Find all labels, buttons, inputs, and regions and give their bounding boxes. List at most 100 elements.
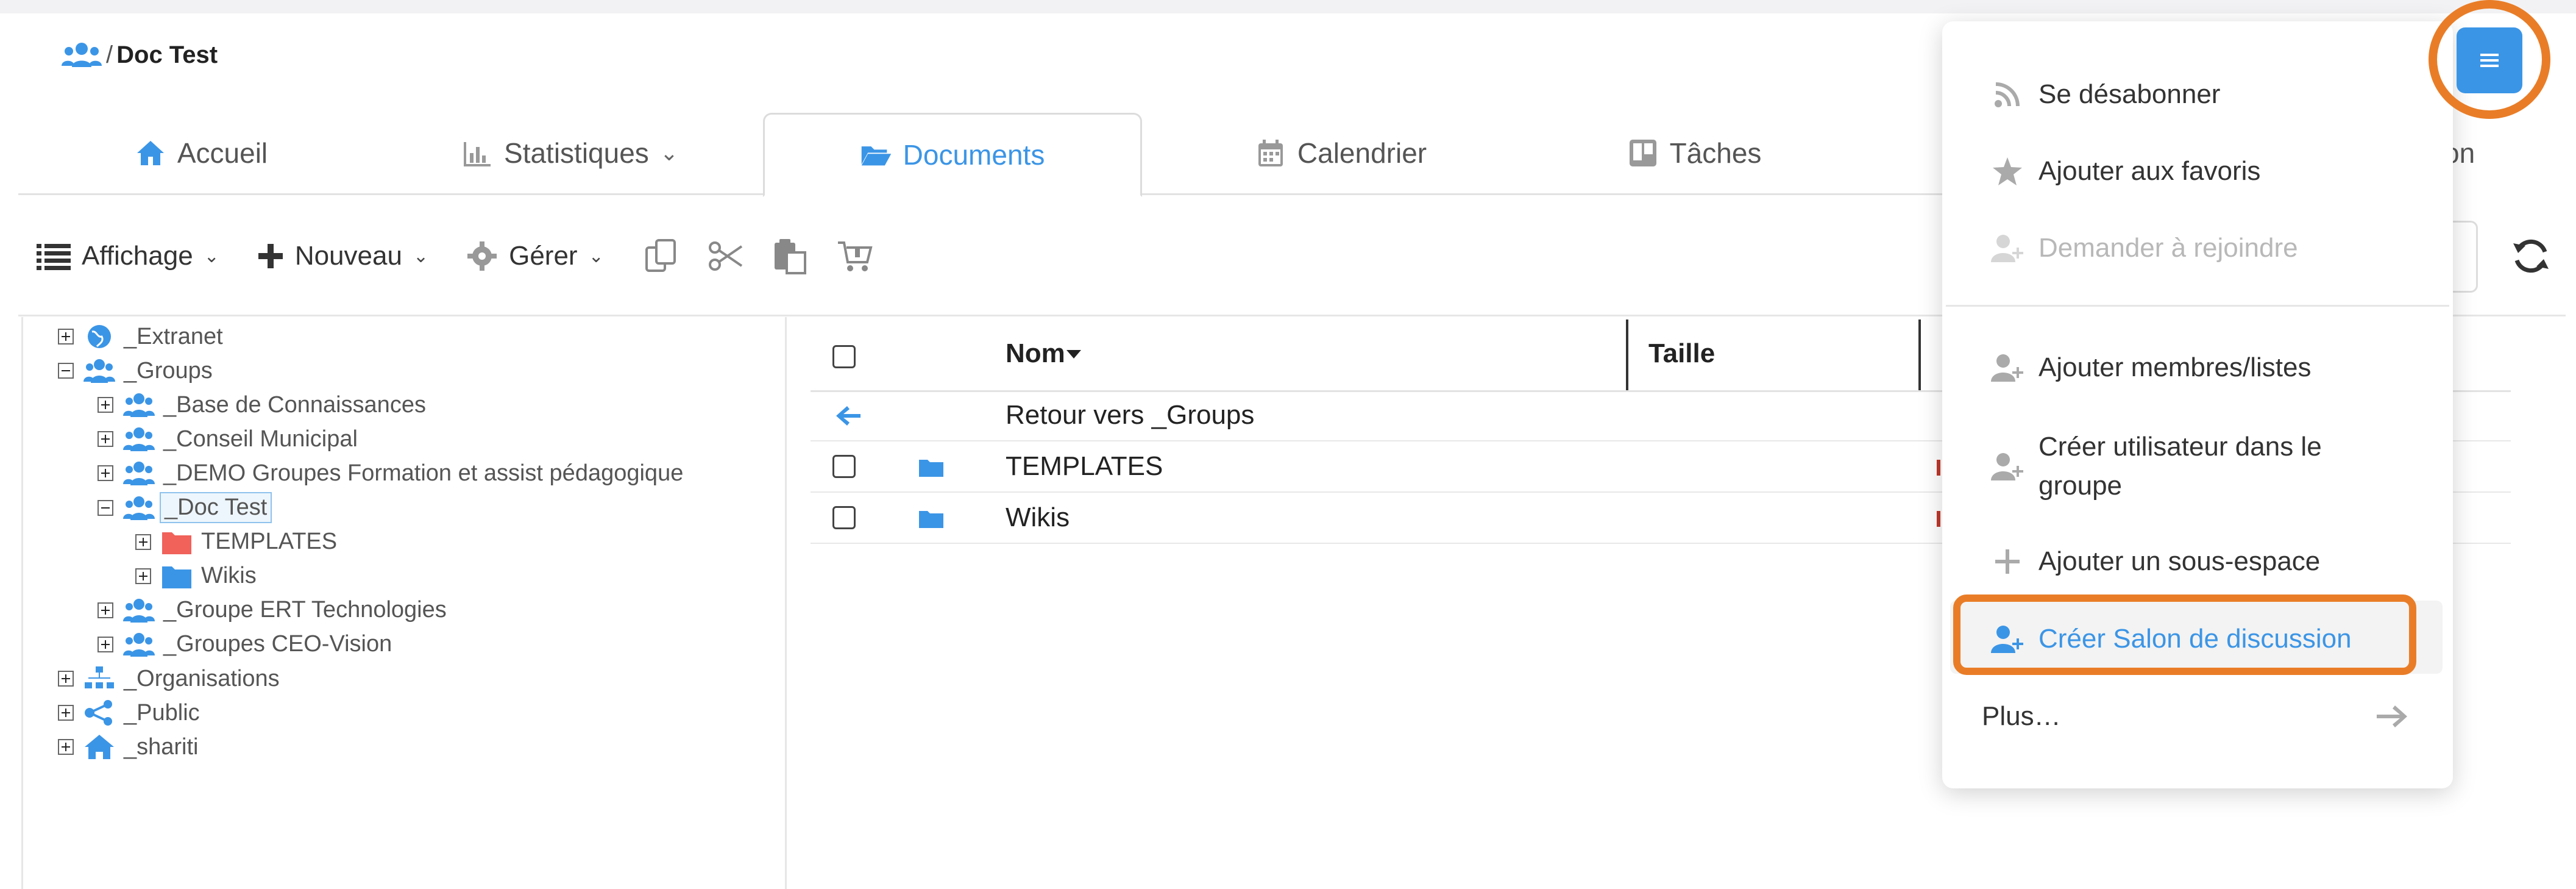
menu-item-add-subspace[interactable]: Ajouter un sous-espace bbox=[1990, 534, 2320, 589]
new-label: Nouveau bbox=[294, 241, 402, 271]
tab-label: Statistiques bbox=[504, 137, 649, 169]
expand-toggle[interactable] bbox=[135, 534, 151, 550]
tree-node-label[interactable]: _Groupes CEO-Vision bbox=[160, 630, 396, 659]
tree-node[interactable]: _shariti bbox=[58, 730, 202, 764]
refresh-button[interactable] bbox=[2510, 235, 2552, 277]
tree-node[interactable]: _Base de Connaissances bbox=[98, 388, 430, 422]
expand-toggle[interactable] bbox=[58, 329, 74, 345]
tree-node[interactable]: _Extranet bbox=[58, 320, 227, 354]
back-label: Retour vers _Groups bbox=[1006, 400, 1255, 430]
refresh-icon bbox=[2513, 239, 2549, 273]
tab-accueil[interactable]: Accueil bbox=[110, 113, 293, 193]
kanban-icon bbox=[1629, 140, 1656, 166]
copy-button[interactable] bbox=[642, 237, 681, 276]
expand-toggle[interactable] bbox=[98, 602, 113, 618]
tree-node-label[interactable]: _Public bbox=[120, 699, 204, 727]
tree-node[interactable]: _Doc Test bbox=[98, 491, 272, 525]
arrow-left-icon bbox=[836, 406, 860, 426]
star-icon bbox=[1993, 157, 2022, 185]
menu-item-request-join[interactable]: Demander à rejoindre bbox=[1990, 221, 2298, 276]
file-name[interactable]: TEMPLATES bbox=[1006, 441, 1163, 491]
page-title[interactable]: Doc Test bbox=[116, 41, 218, 69]
column-resizer[interactable] bbox=[1626, 320, 1628, 390]
tree-node-label[interactable]: _Organisations bbox=[120, 665, 283, 693]
top-strip bbox=[0, 0, 2576, 13]
users-icon bbox=[123, 427, 155, 452]
users-icon bbox=[83, 359, 115, 384]
tree-node[interactable]: _Conseil Municipal bbox=[98, 422, 361, 456]
tree-node[interactable]: TEMPLATES bbox=[135, 525, 341, 559]
column-name[interactable]: Nom bbox=[1006, 317, 1082, 390]
tree-node-label[interactable]: _Base de Connaissances bbox=[160, 391, 430, 420]
file-name[interactable]: Wikis bbox=[1006, 493, 1070, 543]
tree-node[interactable]: Wikis bbox=[135, 559, 260, 593]
column-resizer[interactable] bbox=[1918, 320, 1921, 390]
tab-partial[interactable]: on bbox=[2444, 113, 2529, 193]
tree-node-label[interactable]: _Groupe ERT Technologies bbox=[160, 596, 450, 624]
users-icon bbox=[123, 598, 155, 623]
users-icon bbox=[123, 496, 155, 520]
new-menu-button[interactable]: Nouveau ⌄ bbox=[257, 241, 428, 271]
users-icon bbox=[62, 43, 102, 67]
tree-node-label[interactable]: _shariti bbox=[120, 733, 202, 762]
manage-label: Gérer bbox=[509, 241, 578, 271]
list-icon bbox=[37, 244, 71, 270]
expand-toggle[interactable] bbox=[58, 705, 74, 721]
tree-node-label[interactable]: _DEMO Groupes Formation et assist pédago… bbox=[160, 459, 687, 488]
tree-node[interactable]: _Public bbox=[58, 696, 204, 730]
row-checkbox[interactable] bbox=[832, 506, 856, 529]
breadcrumb-separator: / bbox=[106, 41, 113, 68]
tab-taches[interactable]: Tâches bbox=[1603, 113, 1786, 193]
tab-calendrier[interactable]: Calendrier bbox=[1237, 113, 1444, 193]
tree-node-label[interactable]: Wikis bbox=[197, 562, 260, 590]
cart-button[interactable] bbox=[836, 237, 875, 276]
folder-icon bbox=[162, 566, 191, 588]
menu-item-unsubscribe[interactable]: Se désabonner bbox=[1990, 67, 2220, 122]
cut-button[interactable] bbox=[706, 237, 745, 276]
menu-item-create-user[interactable]: Créer utilisateur dans le groupe bbox=[1990, 421, 2322, 512]
expand-toggle[interactable] bbox=[98, 465, 113, 482]
tab-documents[interactable]: Documents bbox=[763, 113, 1142, 197]
home-icon bbox=[137, 141, 164, 165]
breadcrumb: / Doc Test bbox=[61, 37, 218, 73]
annotation-highlight-box bbox=[1953, 594, 2416, 675]
tree-node[interactable]: _Groupes CEO-Vision bbox=[98, 627, 396, 662]
tree-node[interactable]: _Groupe ERT Technologies bbox=[98, 593, 450, 627]
expand-toggle[interactable] bbox=[98, 431, 113, 448]
paste-button[interactable] bbox=[771, 237, 810, 276]
status-mark bbox=[1937, 511, 1940, 527]
expand-toggle[interactable] bbox=[98, 397, 113, 413]
calendar-icon bbox=[1258, 140, 1283, 166]
manage-menu-button[interactable]: Gérer ⌄ bbox=[466, 240, 604, 272]
user-plus-icon bbox=[1991, 235, 2023, 262]
collapse-toggle[interactable] bbox=[98, 499, 113, 516]
display-menu-button[interactable]: Affichage ⌄ bbox=[37, 241, 219, 271]
expand-toggle[interactable] bbox=[58, 671, 74, 687]
expand-toggle[interactable] bbox=[98, 636, 113, 652]
tab-label: Calendrier bbox=[1297, 137, 1427, 169]
expand-toggle[interactable] bbox=[58, 739, 74, 755]
tree-node[interactable]: _DEMO Groupes Formation et assist pédago… bbox=[98, 456, 687, 490]
toolbar: Affichage ⌄ Nouveau ⌄ Gérer ⌄ bbox=[37, 226, 900, 287]
tab-statistiques[interactable]: Statistiques ⌄ bbox=[433, 113, 707, 193]
users-icon bbox=[123, 462, 155, 486]
select-all-checkbox[interactable] bbox=[832, 345, 856, 368]
copy-icon bbox=[645, 239, 676, 272]
row-checkbox[interactable] bbox=[832, 455, 856, 478]
tree-node-label[interactable]: _Doc Test bbox=[160, 492, 272, 523]
column-size[interactable]: Taille bbox=[1648, 317, 1715, 390]
tree-node-label[interactable]: TEMPLATES bbox=[197, 527, 341, 556]
tree-node-label[interactable]: _Conseil Municipal bbox=[160, 425, 361, 454]
tree-node-label[interactable]: _Groups bbox=[120, 357, 216, 385]
bar-chart-icon bbox=[464, 142, 491, 166]
menu-item-add-members[interactable]: Ajouter membres/listes bbox=[1990, 340, 2311, 395]
tree-node[interactable]: _Organisations bbox=[58, 662, 283, 696]
expand-toggle[interactable] bbox=[135, 568, 151, 584]
menu-item-add-favorite[interactable]: Ajouter aux favoris bbox=[1990, 144, 2260, 199]
collapse-toggle[interactable] bbox=[58, 363, 74, 379]
tree-node[interactable]: _Groups bbox=[58, 354, 216, 388]
tree-node-label[interactable]: _Extranet bbox=[120, 323, 227, 351]
arrow-right-icon bbox=[2377, 705, 2407, 727]
tab-label: Documents bbox=[903, 139, 1045, 171]
menu-item-more[interactable]: Plus… bbox=[1982, 689, 2408, 744]
